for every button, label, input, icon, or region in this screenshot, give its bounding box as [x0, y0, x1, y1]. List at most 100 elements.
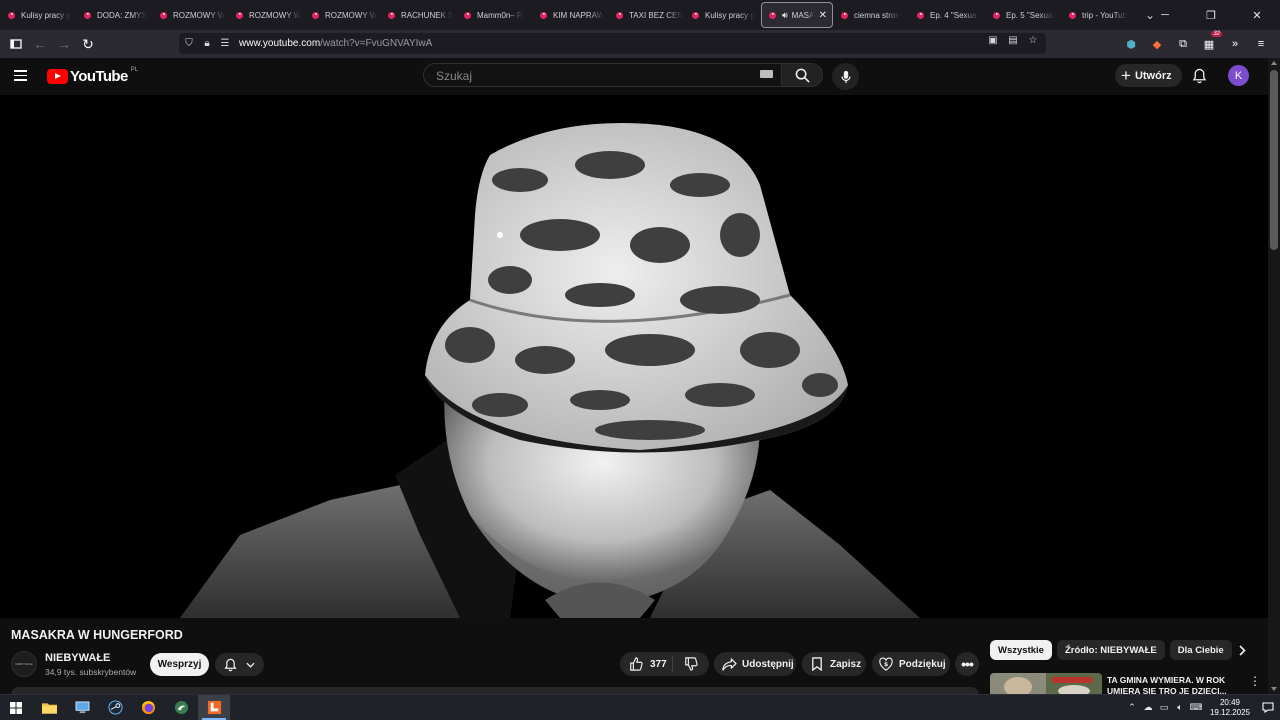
- dislike-button[interactable]: [673, 656, 709, 672]
- browser-tab[interactable]: Kulisy pracy g: [1, 2, 76, 28]
- remote-desktop-icon[interactable]: [66, 695, 98, 720]
- forward-icon[interactable]: →: [52, 32, 76, 56]
- scrollbar-thumb[interactable]: [1270, 70, 1278, 250]
- tab-title: Ep. 5 "Sexual: [1006, 10, 1055, 20]
- page-scrollbar[interactable]: [1268, 58, 1280, 694]
- video-player[interactable]: [0, 95, 1268, 618]
- browser-tab[interactable]: Kulisy pracy g: [685, 2, 760, 28]
- browser-tab[interactable]: DODA: ZMYŚ: [77, 2, 152, 28]
- file-explorer-icon[interactable]: [33, 695, 65, 720]
- browser-tab[interactable]: ROZMOWY W: [305, 2, 380, 28]
- network-icon[interactable]: ▭: [1156, 695, 1172, 720]
- tray-chevron-up-icon[interactable]: ⌃: [1124, 695, 1140, 720]
- chip-source-channel[interactable]: Źródło: NIEBYWAŁE: [1056, 640, 1165, 660]
- browser-tab[interactable]: Ep. 5 "Sexual: [986, 2, 1061, 28]
- windows-start-icon[interactable]: [0, 695, 32, 720]
- search-input[interactable]: [434, 68, 738, 84]
- browser-tab[interactable]: trip - YouTub: [1062, 2, 1137, 28]
- taskbar-clock[interactable]: 20:49 19.12.2025: [1208, 698, 1252, 718]
- reader-view-icon[interactable]: ▤: [1006, 35, 1020, 51]
- firefox-icon[interactable]: [132, 695, 164, 720]
- permissions-icon[interactable]: ☰: [217, 38, 233, 49]
- scroll-up-arrow-icon[interactable]: [1271, 61, 1277, 65]
- share-button[interactable]: Udostępnij: [714, 652, 796, 676]
- channel-name[interactable]: NIEBYWAŁE: [45, 652, 110, 664]
- like-count: 377: [650, 658, 667, 670]
- bookmark-star-icon[interactable]: ☆: [1026, 35, 1040, 51]
- minimize-icon[interactable]: ─: [1142, 0, 1188, 30]
- tab-title: Kulisy pracy g: [705, 10, 755, 20]
- thanks-button[interactable]: $ Podziękuj: [872, 652, 950, 676]
- youtube-favicon-icon: [692, 11, 699, 19]
- reload-icon[interactable]: ↻: [76, 32, 100, 56]
- restore-icon[interactable]: ❐: [1188, 0, 1234, 30]
- chevron-down-icon: [246, 662, 255, 668]
- guide-menu-icon[interactable]: [14, 67, 34, 87]
- support-button[interactable]: Wesprzyj: [150, 653, 209, 676]
- search-button[interactable]: [781, 63, 823, 87]
- share-arrow-icon: [721, 656, 737, 672]
- channel-avatar[interactable]: NIEBYWAŁE: [11, 651, 37, 677]
- notes-app-icon[interactable]: [198, 695, 230, 720]
- keyboard-icon[interactable]: [760, 70, 773, 78]
- browser-tab[interactable]: Mamm0n– R: [457, 2, 532, 28]
- save-label: Zapisz: [830, 658, 862, 670]
- system-tray: ⌃ ☁ ▭ 🔈︎ ⌨ 20:49 19.12.2025: [1124, 695, 1280, 720]
- close-window-icon[interactable]: ✕: [1234, 0, 1280, 30]
- tab-title: MASA: [791, 10, 815, 20]
- browser-tab[interactable]: KIM NAPRAW: [533, 2, 608, 28]
- voice-search-button[interactable]: [832, 63, 859, 90]
- tab-title: trip - YouTub: [1082, 10, 1128, 20]
- notifications-dropdown-button[interactable]: [215, 653, 264, 676]
- browser-tab[interactable]: Ep. 4 "Sexual: [910, 2, 985, 28]
- notifications-bell-icon[interactable]: [1189, 66, 1209, 86]
- recommendation-more-icon[interactable]: ⋮: [1249, 674, 1261, 688]
- browser-tab[interactable]: TAXI BEZ CEN: [609, 2, 684, 28]
- shield-icon[interactable]: ⛉: [181, 38, 197, 49]
- browser-tab[interactable]: 🔊︎ MASA ✕: [761, 2, 833, 28]
- region-code: PL: [130, 66, 139, 73]
- overflow-chevrons-icon[interactable]: »: [1226, 34, 1244, 54]
- bird-app-icon[interactable]: [165, 695, 197, 720]
- account-avatar[interactable]: K: [1228, 65, 1249, 86]
- save-button[interactable]: Zapisz: [802, 652, 866, 676]
- create-label: Utwórz: [1134, 69, 1172, 82]
- lock-icon[interactable]: 🔒︎: [199, 38, 215, 49]
- extensions-puzzle-icon[interactable]: ⧉: [1174, 34, 1192, 54]
- keyboard-layout-icon[interactable]: ⌨: [1188, 695, 1204, 720]
- browser-tab[interactable]: ciemna stron: [834, 2, 909, 28]
- youtube-logo[interactable]: YouTube PL: [47, 66, 139, 85]
- scroll-down-arrow-icon[interactable]: [1271, 687, 1277, 691]
- chip-for-you[interactable]: Dla Ciebie: [1169, 640, 1232, 660]
- recommendation-title[interactable]: TA GMINA WYMIERA. W ROK UMIERA SIĘ TRO J…: [1107, 675, 1247, 694]
- extension-badge-icon[interactable]: ▦ 32: [1200, 31, 1222, 54]
- chip-all[interactable]: Wszystkie: [990, 640, 1052, 660]
- extension-shield-icon[interactable]: ⬢: [1122, 34, 1140, 54]
- browser-tab[interactable]: RACHUNEK S: [381, 2, 456, 28]
- tab-title: ciemna stron: [854, 10, 900, 20]
- speaker-icon[interactable]: 🔈︎: [1172, 695, 1188, 720]
- create-button[interactable]: + Utwórz: [1115, 64, 1182, 87]
- windows-taskbar: ⌃ ☁ ▭ 🔈︎ ⌨ 20:49 19.12.2025: [0, 694, 1280, 720]
- recommendation-thumbnail[interactable]: [990, 673, 1102, 695]
- tab-close-icon[interactable]: ✕: [819, 10, 827, 21]
- tab-audio-icon[interactable]: 🔊︎: [782, 10, 788, 21]
- video-title: MASAKRA W HUNGERFORD: [11, 628, 183, 642]
- action-center-icon[interactable]: [1256, 695, 1280, 720]
- chevron-right-icon[interactable]: [1234, 642, 1250, 658]
- microphone-icon: [840, 70, 851, 83]
- extension-fox-icon[interactable]: ◆: [1148, 34, 1166, 54]
- menu-hamburger-icon[interactable]: ≡: [1252, 34, 1270, 54]
- youtube-play-logo-icon: [47, 69, 68, 84]
- browser-tab[interactable]: ROZMOWY W: [229, 2, 304, 28]
- browser-tab[interactable]: ROZMOWY W: [153, 2, 228, 28]
- url-bar[interactable]: ⛉ 🔒︎ ☰ www.youtube.com/watch?v=FvuGNVAYI…: [179, 33, 1046, 54]
- sidebar-toggle-icon[interactable]: [4, 32, 28, 56]
- onedrive-icon[interactable]: ☁: [1140, 695, 1156, 720]
- youtube-favicon-icon: [616, 11, 623, 19]
- steam-icon[interactable]: [99, 695, 131, 720]
- back-icon[interactable]: ←: [28, 32, 52, 56]
- like-button[interactable]: 377: [620, 656, 672, 672]
- more-actions-icon[interactable]: •••: [955, 652, 979, 676]
- picture-in-picture-icon[interactable]: ▣: [986, 35, 1000, 51]
